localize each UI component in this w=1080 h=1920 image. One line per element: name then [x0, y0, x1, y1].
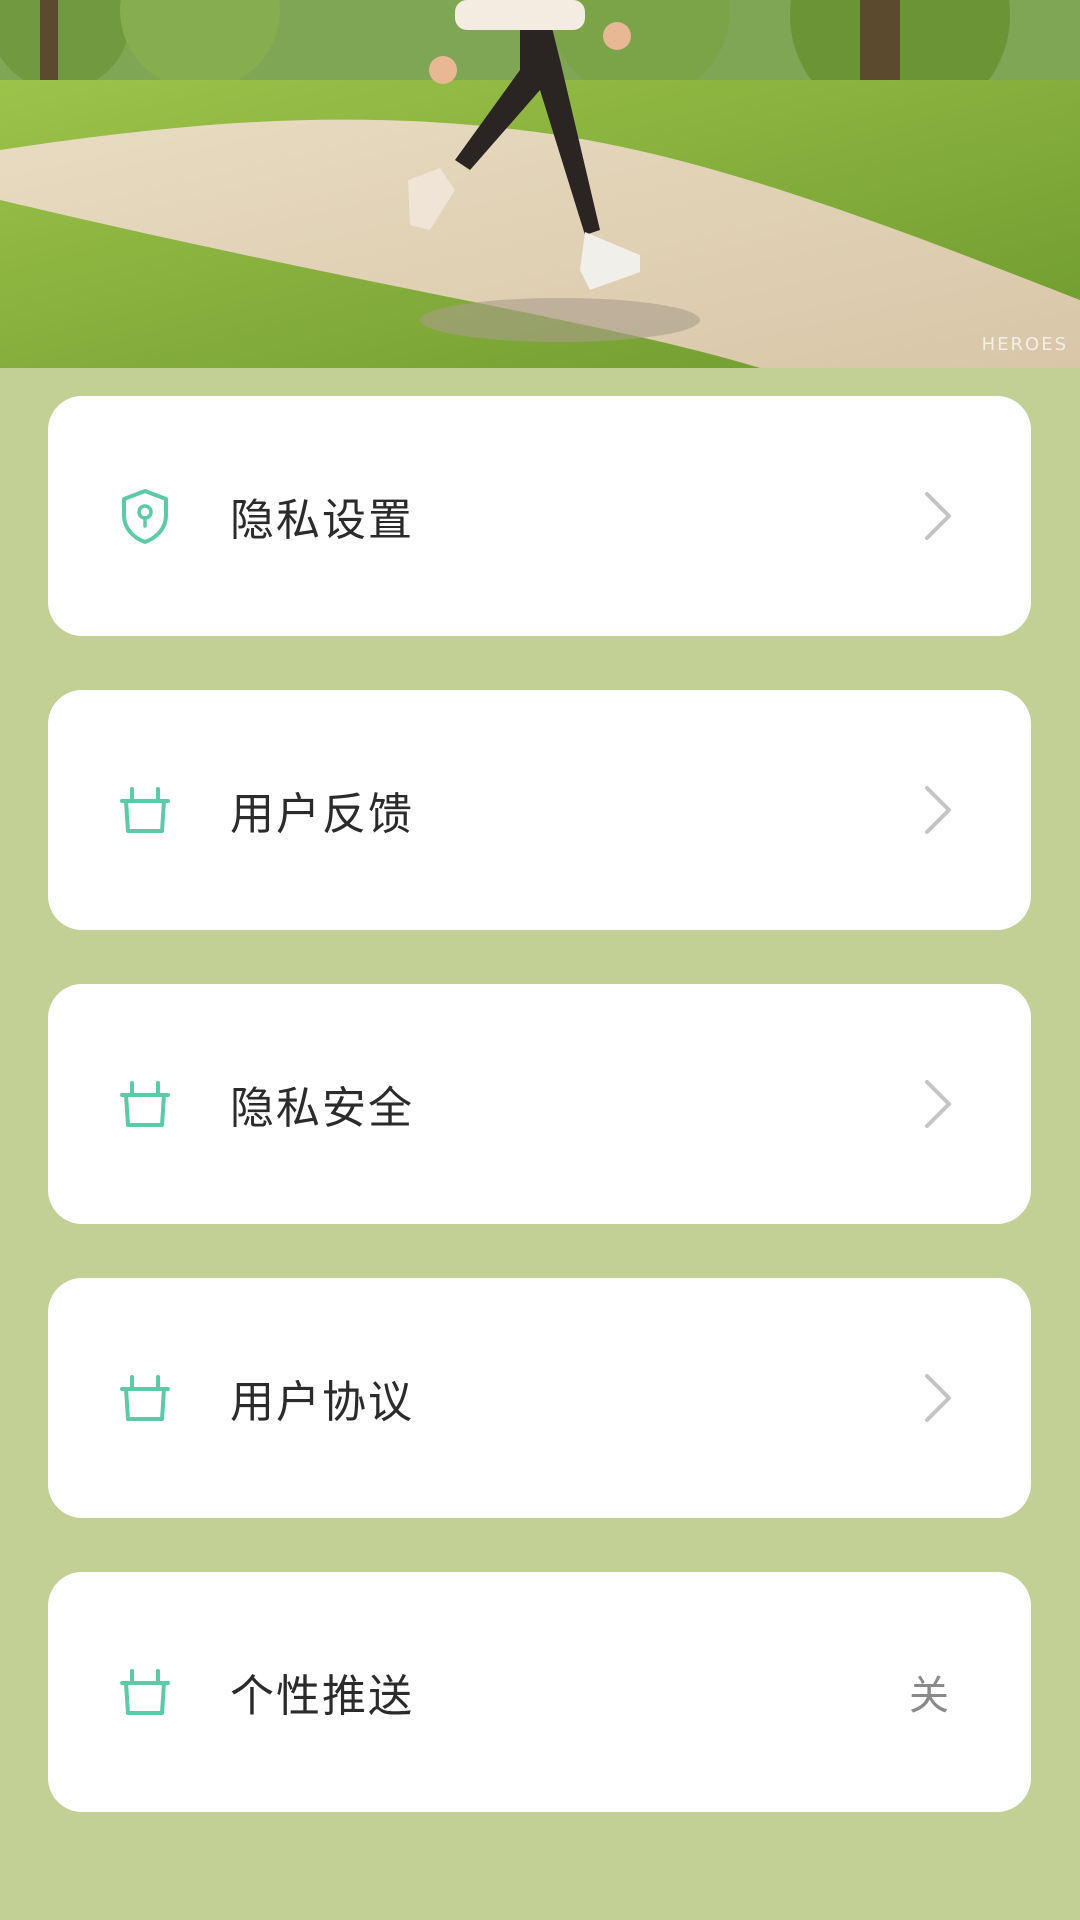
menu-item-label: 隐私设置: [230, 495, 414, 546]
push-status-value[interactable]: 关: [909, 1663, 949, 1721]
basket-icon: [120, 787, 170, 833]
chevron-right-icon: [925, 786, 951, 834]
hero-banner-image: HEROES: [0, 0, 1080, 368]
menu-item-label: 个性推送: [230, 1671, 414, 1722]
basket-icon: [120, 1669, 170, 1715]
shield-location-icon: [122, 489, 168, 544]
basket-icon: [120, 1081, 170, 1127]
menu-item-privacy-security[interactable]: 隐私安全: [48, 984, 1031, 1224]
basket-icon: [120, 1375, 170, 1421]
settings-menu-list: 隐私设置 用户反馈 隐私安全 用户协议 个性推送 关: [48, 396, 1031, 1866]
menu-item-user-feedback[interactable]: 用户反馈: [48, 690, 1031, 930]
chevron-right-icon: [925, 492, 951, 540]
menu-item-label: 用户反馈: [230, 789, 414, 840]
menu-item-privacy-settings[interactable]: 隐私设置: [48, 396, 1031, 636]
chevron-right-icon: [925, 1080, 951, 1128]
chevron-right-icon: [925, 1374, 951, 1422]
menu-item-personalized-push[interactable]: 个性推送 关: [48, 1572, 1031, 1812]
menu-item-label: 隐私安全: [230, 1083, 414, 1134]
menu-item-user-agreement[interactable]: 用户协议: [48, 1278, 1031, 1518]
hero-watermark: HEROES: [981, 334, 1068, 355]
menu-item-label: 用户协议: [230, 1377, 414, 1428]
